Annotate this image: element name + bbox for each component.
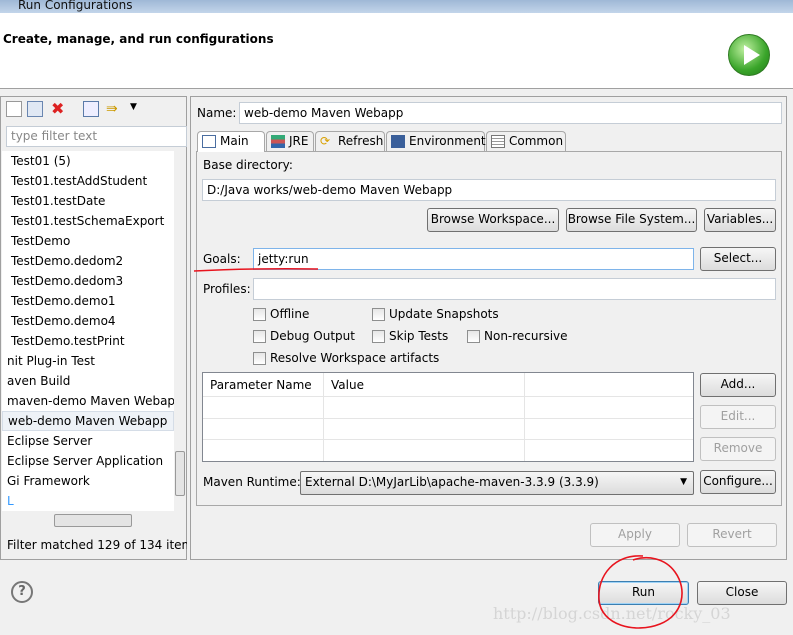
help-icon[interactable]: ? — [11, 581, 33, 603]
list-item[interactable]: L — [2, 491, 174, 511]
dialog-header: Create, manage, and run configurations — [0, 13, 793, 89]
filter-input[interactable]: type filter text — [6, 126, 187, 147]
list-item[interactable]: Test01 (5) — [2, 151, 174, 171]
tab-refresh[interactable]: ⟳ Refresh — [315, 131, 385, 151]
goals-label: Goals: — [203, 252, 241, 266]
collapse-all-icon[interactable] — [83, 101, 99, 117]
horizontal-scrollbar[interactable] — [2, 513, 186, 528]
list-item[interactable]: Test01.testAddStudent — [2, 171, 174, 191]
configure-button[interactable]: Configure... — [700, 470, 776, 494]
list-item[interactable]: TestDemo.demo4 — [2, 311, 174, 331]
base-directory-input[interactable]: D:/Java works/web-demo Maven Webapp — [202, 179, 776, 201]
list-item[interactable]: TestDemo.demo1 — [2, 291, 174, 311]
browse-file-system-button[interactable]: Browse File System... — [566, 208, 697, 232]
config-list[interactable]: Test01 (5) Test01.testAddStudent Test01.te… — [2, 151, 174, 511]
window-title: Run Configurations — [18, 0, 133, 12]
list-item[interactable]: Eclipse Server — [2, 431, 174, 451]
edit-parameter-button[interactable]: Edit... — [700, 405, 776, 429]
maven-runtime-label: Maven Runtime: — [203, 475, 301, 489]
annotation-underline — [193, 268, 319, 272]
filter-status: Filter matched 129 of 134 items — [7, 538, 187, 552]
profiles-label: Profiles: — [203, 282, 251, 296]
run-icon — [728, 34, 770, 76]
annotation-circle — [598, 555, 683, 629]
update-snapshots-checkbox[interactable]: Update Snapshots — [372, 307, 499, 321]
select-goals-button[interactable]: Select... — [700, 247, 776, 271]
add-parameter-button[interactable]: Add... — [700, 373, 776, 397]
list-item[interactable]: TestDemo.dedom3 — [2, 271, 174, 291]
delete-icon[interactable]: ✖ — [51, 101, 67, 117]
filter-icon[interactable]: ⇛ — [106, 101, 122, 117]
remove-parameter-button[interactable]: Remove — [700, 437, 776, 461]
vertical-scrollbar[interactable] — [174, 151, 186, 511]
close-button[interactable]: Close — [697, 581, 787, 605]
list-item[interactable]: nit Plug-in Test — [2, 351, 174, 371]
chevron-down-icon: ▼ — [680, 477, 687, 487]
resolve-workspace-checkbox[interactable]: Resolve Workspace artifacts — [253, 351, 439, 365]
profiles-input[interactable] — [253, 278, 776, 300]
name-label: Name: — [197, 106, 237, 120]
non-recursive-checkbox[interactable]: Non-recursive — [467, 329, 568, 343]
duplicate-icon[interactable] — [27, 101, 43, 117]
tab-jre[interactable]: JRE — [266, 131, 314, 151]
list-item[interactable]: Test01.testDate — [2, 191, 174, 211]
tab-common[interactable]: Common — [486, 131, 566, 151]
list-item[interactable]: TestDemo — [2, 231, 174, 251]
list-item[interactable]: Eclipse Server Application — [2, 451, 174, 471]
column-header-parameter-name[interactable]: Parameter Name — [210, 378, 312, 392]
list-item[interactable]: aven Build — [2, 371, 174, 391]
apply-button[interactable]: Apply — [590, 523, 680, 547]
dropdown-icon[interactable]: ▼ — [130, 102, 137, 112]
list-item[interactable]: web-demo Maven Webapp — [2, 411, 174, 431]
skip-tests-checkbox[interactable]: Skip Tests — [372, 329, 448, 343]
list-item[interactable]: Gi Framework — [2, 471, 174, 491]
list-item[interactable]: Test01.testSchemaExport — [2, 211, 174, 231]
list-item[interactable]: TestDemo.dedom2 — [2, 251, 174, 271]
tab-main[interactable]: Main — [197, 131, 265, 152]
variables-button[interactable]: Variables... — [704, 208, 776, 232]
base-directory-label: Base directory: — [203, 158, 293, 172]
revert-button[interactable]: Revert — [687, 523, 777, 547]
title-bar: Run Configurations — [0, 0, 793, 13]
tab-environment[interactable]: Environment — [386, 131, 486, 151]
offline-checkbox[interactable]: Offline — [253, 307, 309, 321]
column-header-value[interactable]: Value — [331, 378, 364, 392]
debug-output-checkbox[interactable]: Debug Output — [253, 329, 355, 343]
name-input[interactable]: web-demo Maven Webapp — [239, 102, 782, 124]
new-config-icon[interactable] — [6, 101, 22, 117]
maven-runtime-select[interactable]: External D:\MyJarLib\apache-maven-3.3.9 … — [300, 471, 694, 495]
list-item[interactable]: TestDemo.testPrint — [2, 331, 174, 351]
parameters-table[interactable]: Parameter Name Value — [202, 372, 694, 462]
header-text: Create, manage, and run configurations — [3, 32, 274, 46]
browse-workspace-button[interactable]: Browse Workspace... — [427, 208, 559, 232]
list-item[interactable]: maven-demo Maven Webapp — [2, 391, 174, 411]
